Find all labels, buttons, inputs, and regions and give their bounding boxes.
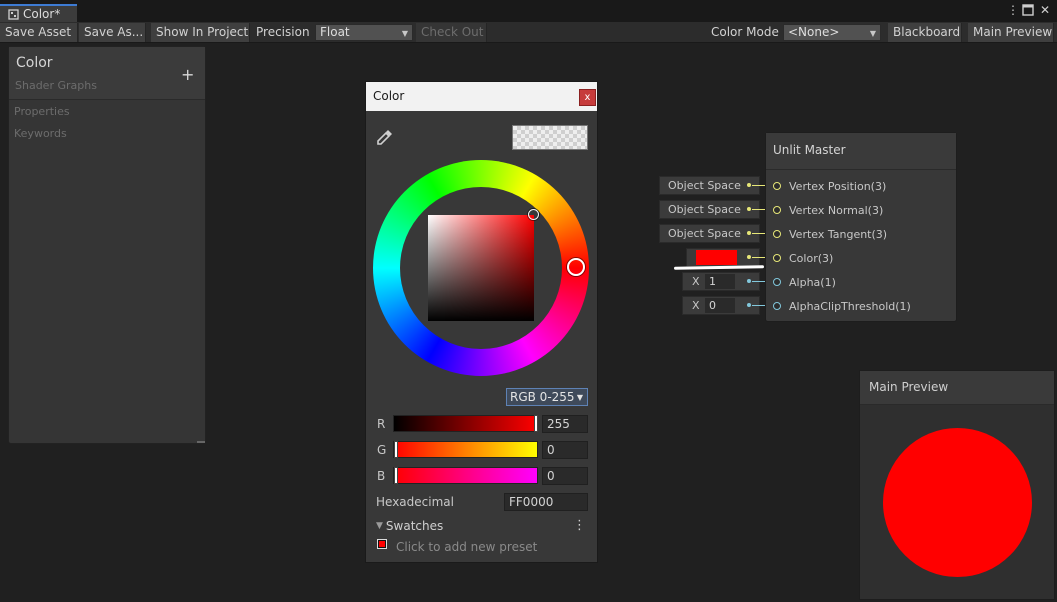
green-value-input[interactable]: 0: [542, 441, 588, 459]
color-mode-value: <None>: [788, 25, 840, 39]
color-preview-swatch: [512, 125, 588, 150]
master-node-title: Unlit Master: [766, 133, 956, 170]
add-preset-swatch-icon[interactable]: [377, 539, 387, 549]
dropdown-arrow-icon: ▼: [869, 29, 876, 38]
swatches-foldout[interactable]: ▼ Swatches: [376, 519, 443, 533]
port-connector[interactable]: [773, 230, 781, 238]
port-vertex-position: Vertex Position(3): [789, 180, 887, 193]
precision-value: Float: [320, 25, 350, 39]
blue-value-input[interactable]: 0: [542, 467, 588, 485]
close-icon[interactable]: x: [579, 89, 596, 106]
vertex-position-space-field[interactable]: Object Space: [659, 176, 760, 195]
color-input-swatch[interactable]: [696, 250, 737, 265]
unlit-master-node[interactable]: Unlit Master Vertex Position(3) Vertex N…: [765, 132, 957, 322]
color-mode-selector[interactable]: RGB 0-255 ▼: [506, 388, 588, 406]
swatches-menu-icon[interactable]: ⋮: [573, 518, 586, 533]
color-mode-label: Color Mode: [711, 25, 779, 39]
maximize-icon[interactable]: [1021, 3, 1035, 17]
blue-slider-thumb[interactable]: [394, 467, 398, 484]
keywords-section[interactable]: Keywords: [14, 127, 67, 140]
dropdown-arrow-icon: ▼: [401, 29, 408, 38]
hexadecimal-input[interactable]: FF0000: [504, 493, 588, 511]
port-color: Color(3): [789, 252, 834, 265]
wire-dot: [747, 183, 751, 187]
blackboard-header: Color Shader Graphs +: [9, 47, 205, 100]
axis-label: X: [692, 299, 700, 312]
wire-dot: [747, 255, 751, 259]
close-icon[interactable]: ✕: [1038, 3, 1052, 17]
plus-icon[interactable]: +: [181, 67, 194, 83]
blackboard-panel: Color Shader Graphs + Properties Keyword…: [8, 46, 206, 444]
annotation-underline: [673, 265, 765, 270]
red-slider-thumb[interactable]: [534, 415, 538, 432]
blackboard-title: Color: [16, 55, 53, 71]
check-out-button[interactable]: Check Out: [416, 23, 487, 42]
port-connector[interactable]: [773, 302, 781, 310]
wire-dot: [747, 207, 751, 211]
eyedropper-icon[interactable]: [376, 128, 394, 146]
port-connector[interactable]: [773, 278, 781, 286]
red-slider[interactable]: [393, 415, 538, 432]
color-picker-window: Color x RGB 0-255 ▼ R 255 G 0 B 0 Hexade…: [365, 81, 598, 563]
saturation-value-square[interactable]: [428, 215, 534, 321]
dropdown-arrow-icon: ▼: [576, 393, 583, 402]
port-alpha-clip-threshold: AlphaClipThreshold(1): [789, 300, 911, 313]
port-connector[interactable]: [773, 254, 781, 262]
port-connector[interactable]: [773, 182, 781, 190]
blackboard-toggle-button[interactable]: Blackboard: [888, 23, 962, 42]
main-preview-panel: Main Preview: [859, 370, 1055, 600]
main-preview-toggle-button[interactable]: Main Preview: [968, 23, 1054, 42]
save-asset-button[interactable]: Save Asset: [0, 23, 78, 42]
color-picker-title: Color: [366, 82, 597, 111]
resize-handle[interactable]: [197, 441, 205, 443]
window-title-bar: Color* ⋮ ✕: [0, 0, 1057, 22]
port-connector[interactable]: [773, 206, 781, 214]
hue-handle[interactable]: [567, 258, 585, 276]
port-vertex-tangent: Vertex Tangent(3): [789, 228, 888, 241]
green-channel-label: G: [377, 443, 387, 457]
red-channel-label: R: [377, 417, 386, 431]
red-value-input[interactable]: 255: [542, 415, 588, 433]
blackboard-subtitle: Shader Graphs: [15, 79, 97, 92]
swatches-hint[interactable]: Click to add new preset: [396, 540, 537, 554]
wire-dot: [747, 231, 751, 235]
tab-color-shader[interactable]: Color*: [0, 4, 77, 22]
shader-graph-toolbar: Save Asset Save As... Show In Project Pr…: [0, 22, 1057, 43]
swatches-label: Swatches: [385, 519, 444, 533]
tab-title: Color*: [23, 7, 61, 21]
precision-dropdown[interactable]: Float ▼: [315, 24, 413, 41]
color-mode-dropdown[interactable]: <None> ▼: [783, 24, 881, 41]
saturation-value-handle[interactable]: [528, 209, 539, 220]
blue-channel-label: B: [377, 469, 386, 483]
alpha-clip-value-input[interactable]: 0: [705, 298, 735, 313]
precision-label: Precision: [256, 25, 310, 39]
show-in-project-button[interactable]: Show In Project: [151, 23, 250, 42]
wire-dot: [747, 303, 751, 307]
green-slider[interactable]: [393, 441, 538, 458]
blue-slider[interactable]: [393, 467, 538, 484]
axis-label: X: [692, 275, 700, 288]
kebab-menu-icon[interactable]: ⋮: [1006, 3, 1020, 17]
color-mode-selector-value: RGB 0-255: [510, 390, 575, 404]
port-alpha: Alpha(1): [789, 276, 836, 289]
preview-sphere[interactable]: [883, 428, 1032, 577]
properties-section[interactable]: Properties: [14, 105, 70, 118]
shader-graph-icon: [8, 8, 19, 20]
green-slider-thumb[interactable]: [394, 441, 398, 458]
alpha-value-input[interactable]: 1: [705, 274, 735, 289]
vertex-normal-space-field[interactable]: Object Space: [659, 200, 760, 219]
save-as-button[interactable]: Save As...: [79, 23, 146, 42]
wire-dot: [747, 279, 751, 283]
main-preview-title: Main Preview: [860, 371, 1054, 405]
port-vertex-normal: Vertex Normal(3): [789, 204, 884, 217]
vertex-tangent-space-field[interactable]: Object Space: [659, 224, 760, 243]
hexadecimal-label: Hexadecimal: [376, 495, 454, 509]
foldout-arrow-icon: ▼: [376, 521, 383, 531]
